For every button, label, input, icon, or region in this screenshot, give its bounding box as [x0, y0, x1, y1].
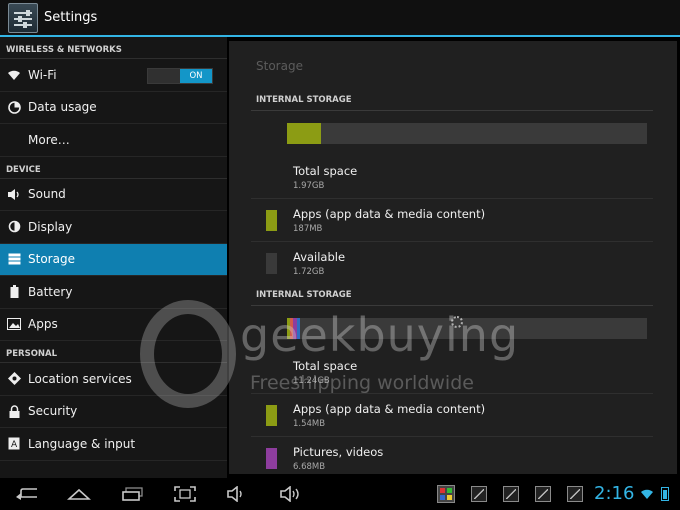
available-color-swatch [266, 253, 277, 274]
page-title: Storage [256, 59, 303, 73]
storage-usage-fill [287, 123, 322, 144]
lock-icon [6, 403, 22, 419]
storage-row-apps[interactable]: Apps (app data & media content) 1.54MB [251, 394, 653, 437]
system-navigation-bar: 2:16 [0, 478, 680, 510]
row-title: Total space [293, 359, 358, 373]
storage-row-available[interactable]: Available 1.72GB [251, 242, 653, 285]
storage-icon [6, 251, 22, 267]
location-icon [6, 371, 22, 387]
apps-color-swatch [266, 210, 277, 231]
media-segment [297, 318, 300, 339]
row-title: Pictures, videos [293, 445, 384, 459]
sidebar-item-label: Sound [28, 187, 66, 202]
storage-row-total[interactable]: Total space 1.97GB [251, 156, 653, 199]
storage-usage-bar [287, 123, 647, 144]
sidebar-item-label: Language & input [28, 436, 136, 451]
pictures-color-swatch [266, 448, 277, 469]
wifi-toggle[interactable]: ON [147, 68, 213, 84]
sidebar-item-label: Location services [28, 371, 132, 386]
svg-text:A: A [11, 440, 18, 450]
sidebar-item-language[interactable]: A Language & input [0, 428, 227, 461]
action-bar: Settings [0, 0, 680, 37]
sidebar-item-battery[interactable]: Battery [0, 276, 227, 309]
section-header-device: DEVICE [0, 157, 227, 179]
sidebar-item-location[interactable]: Location services [0, 363, 227, 396]
data-usage-icon [6, 99, 22, 115]
language-icon: A [6, 436, 22, 452]
storage-group-header: INTERNAL STORAGE [251, 95, 653, 111]
sidebar-item-more[interactable]: More… [0, 124, 227, 157]
home-icon[interactable] [66, 484, 92, 504]
sidebar-item-label: Storage [28, 252, 75, 267]
image-notification-icon[interactable] [535, 486, 551, 502]
apps-color-swatch [266, 405, 277, 426]
notification-icon[interactable] [471, 486, 487, 502]
gallery-notification-icon[interactable] [436, 484, 456, 504]
battery-status-icon[interactable] [661, 487, 669, 501]
app-title: Settings [44, 10, 98, 25]
sidebar-item-label: Apps [28, 317, 58, 332]
row-value: 1.54MB [293, 419, 326, 429]
sidebar-item-label: Battery [28, 284, 73, 299]
back-icon[interactable] [14, 484, 40, 504]
storage-group-header: INTERNAL STORAGE [251, 290, 653, 306]
volume-down-icon[interactable] [224, 484, 250, 504]
section-header-personal: PERSONAL [0, 341, 227, 363]
storage-row-apps[interactable]: Apps (app data & media content) 187MB [251, 199, 653, 242]
row-value: 11.24GB [293, 376, 330, 386]
apps-icon [6, 316, 22, 332]
volume-up-icon[interactable] [278, 484, 304, 504]
notification-icon[interactable] [503, 486, 519, 502]
battery-icon [6, 284, 22, 300]
row-title: Apps (app data & media content) [293, 402, 486, 416]
sidebar-item-label: Security [28, 404, 78, 419]
section-header-wireless: WIRELESS & NETWORKS [0, 37, 227, 59]
status-clock[interactable]: 2:16 [594, 483, 634, 504]
sidebar-item-label: Data usage [28, 100, 97, 115]
screenshot-icon[interactable] [172, 484, 198, 504]
storage-row-pictures[interactable]: Pictures, videos 6.68MB [251, 437, 653, 474]
sidebar-item-data-usage[interactable]: Data usage [0, 92, 227, 124]
row-title: Available [293, 250, 346, 264]
storage-usage-bar [287, 318, 647, 339]
loading-spinner-icon [451, 316, 463, 328]
sidebar-item-sound[interactable]: Sound [0, 179, 227, 211]
sidebar-item-label: More… [28, 132, 70, 147]
row-title: Total space [293, 164, 358, 178]
row-value: 6.68MB [293, 462, 326, 472]
notification-icon[interactable] [567, 486, 583, 502]
row-value: 1.72GB [293, 267, 325, 277]
wifi-signal-icon[interactable] [640, 488, 654, 500]
sidebar-item-display[interactable]: Display [0, 211, 227, 244]
row-title: Apps (app data & media content) [293, 207, 486, 221]
sidebar-item-label: Display [28, 219, 73, 234]
sidebar-item-label: Wi-Fi [28, 67, 57, 82]
sidebar-item-storage[interactable]: Storage [0, 243, 227, 276]
sidebar-item-wifi[interactable]: Wi-Fi ON [0, 59, 227, 92]
row-value: 1.97GB [293, 181, 325, 191]
recent-apps-icon[interactable] [120, 484, 146, 504]
toggle-state: ON [180, 69, 212, 83]
wifi-icon [6, 67, 22, 83]
row-value: 187MB [293, 224, 323, 234]
storage-panel: Storage INTERNAL STORAGE Total space 1.9… [229, 41, 677, 474]
storage-row-total[interactable]: Total space 11.24GB [251, 351, 653, 394]
sidebar-item-security[interactable]: Security [0, 396, 227, 428]
settings-sidebar: WIRELESS & NETWORKS Wi-Fi ON Data usage … [0, 37, 227, 478]
sound-icon [6, 186, 22, 202]
display-icon [6, 219, 22, 235]
sidebar-item-apps[interactable]: Apps [0, 309, 227, 341]
settings-app-icon[interactable] [8, 2, 38, 33]
